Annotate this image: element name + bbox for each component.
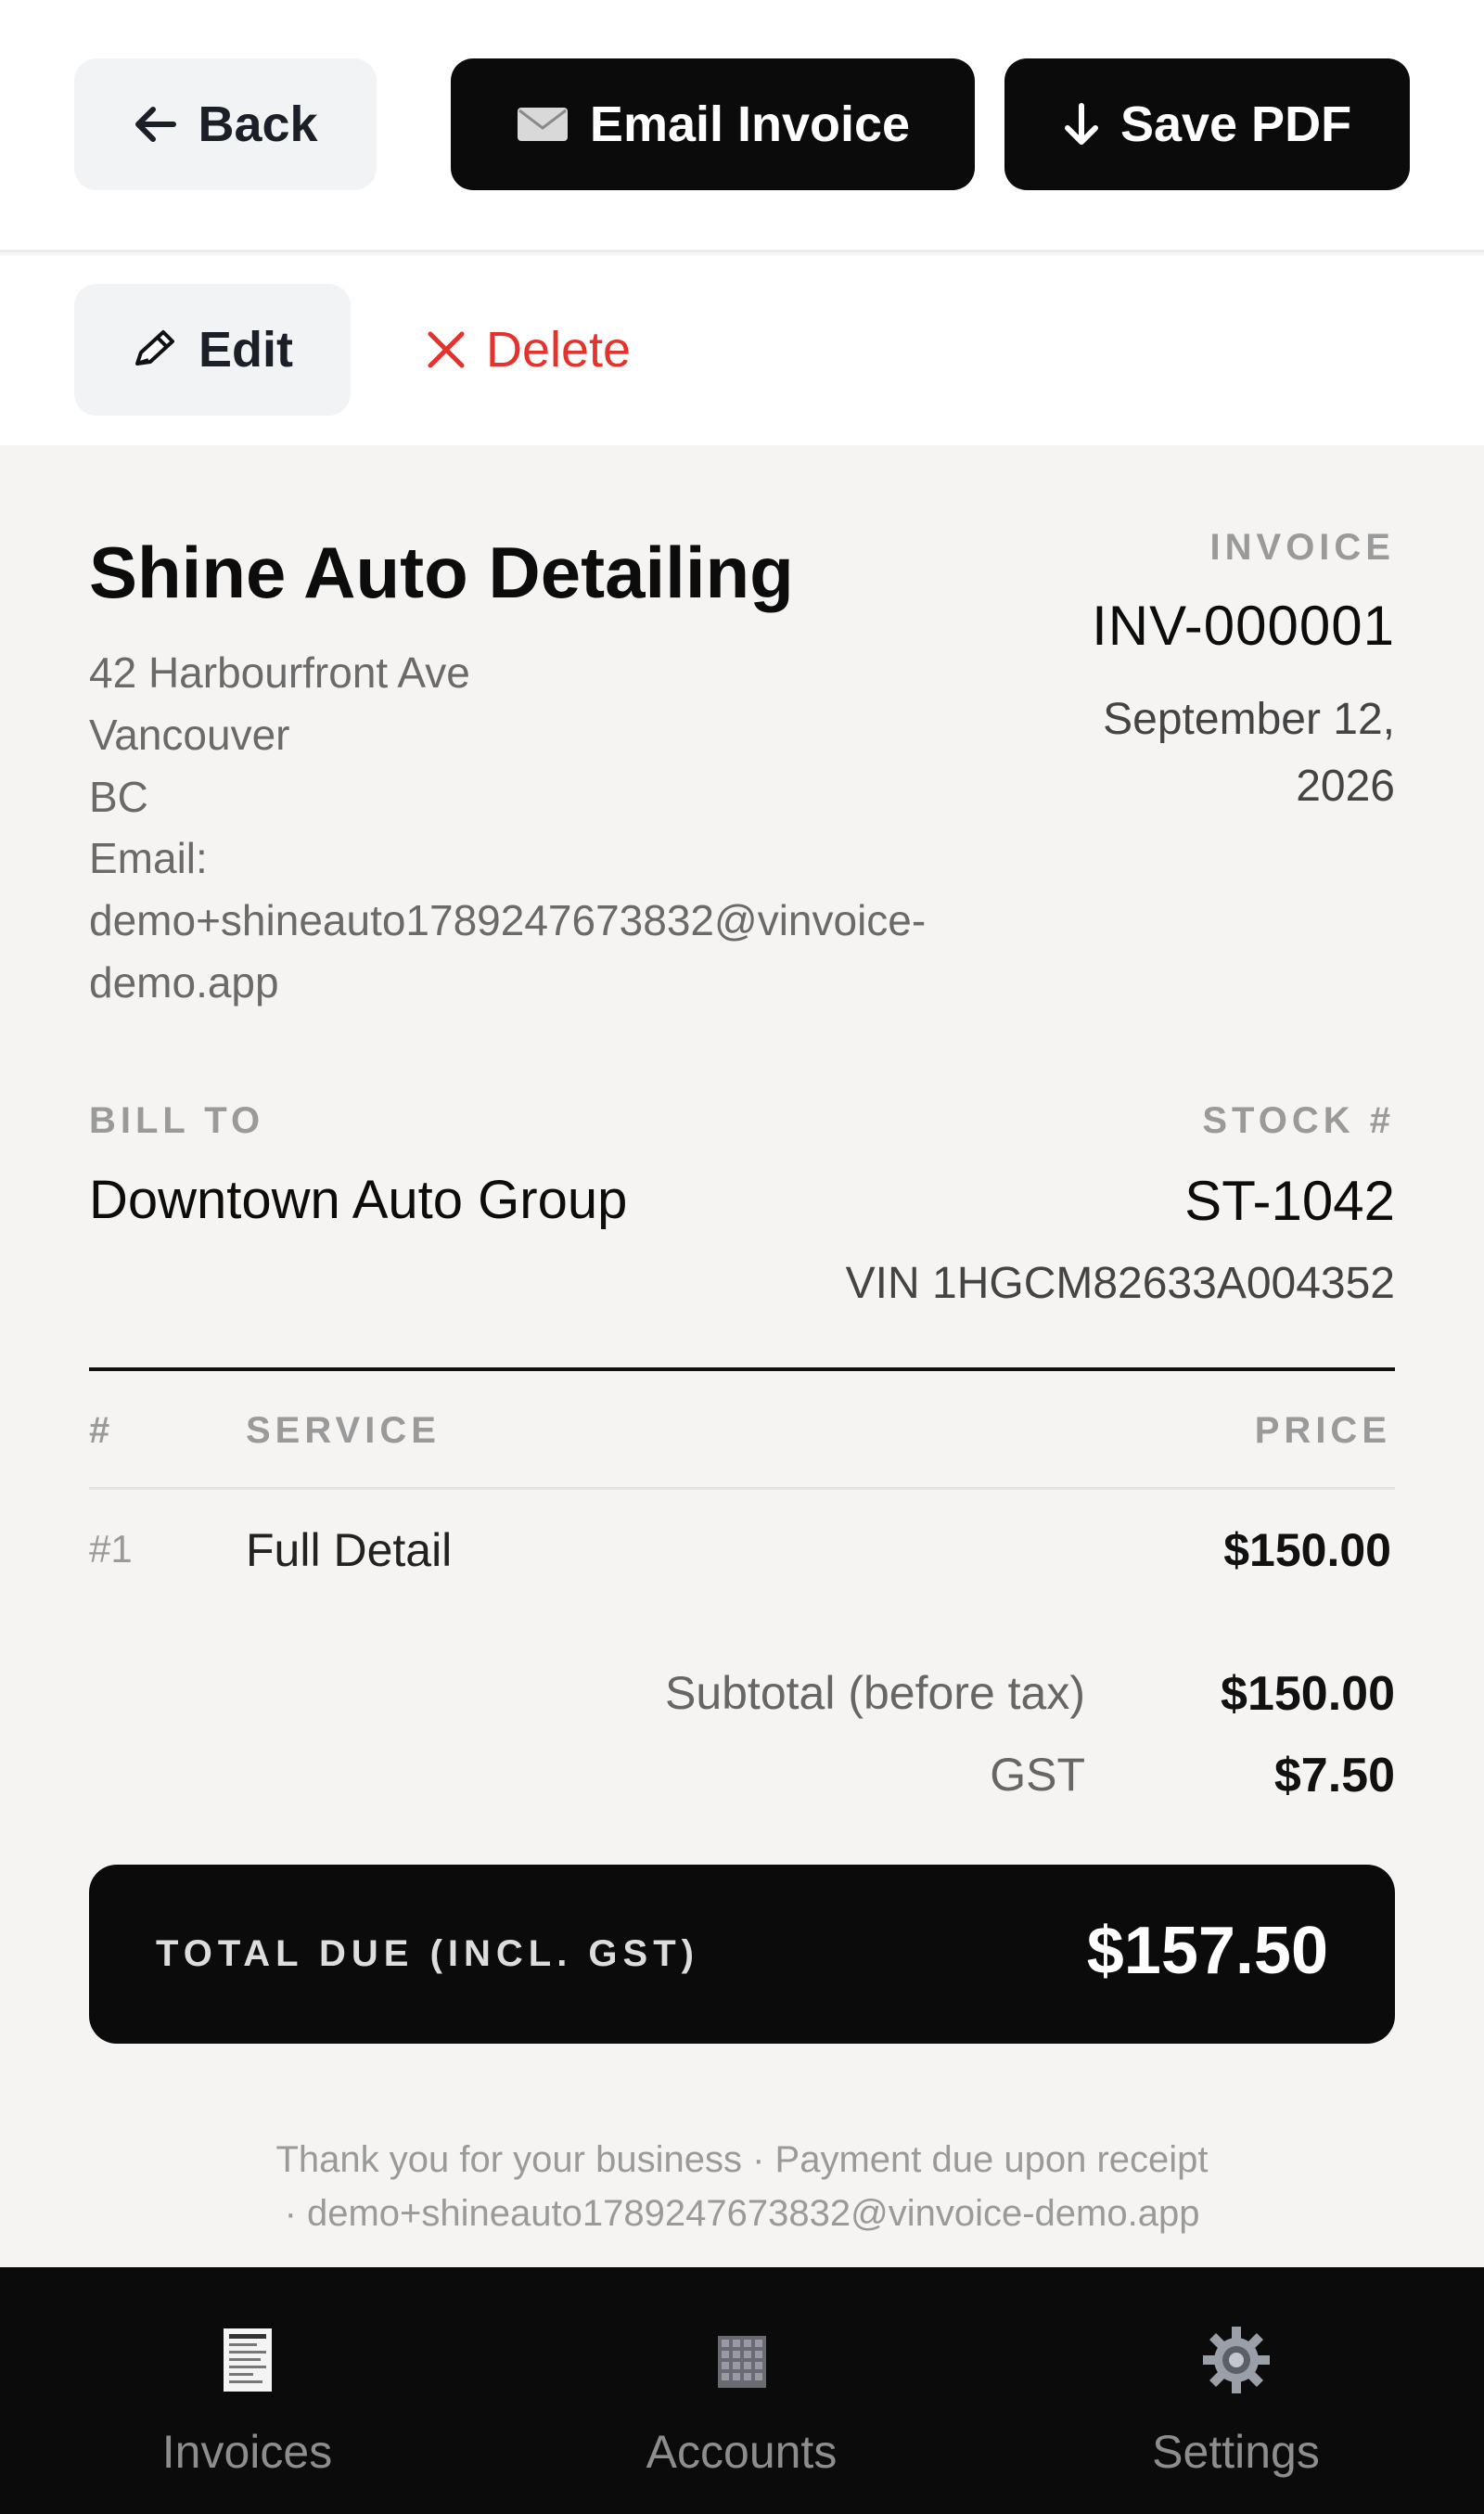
receipt-icon [211,2323,285,2397]
bill-to-name: Downtown Auto Group [89,1170,628,1230]
arrow-left-icon [133,106,177,143]
close-icon [427,330,466,369]
business-name: Shine Auto Detailing [89,532,794,613]
nav-label-accounts: Accounts [646,2426,838,2478]
gear-icon [1199,2323,1273,2397]
email-invoice-label: Email Invoice [589,96,911,152]
bill-to-label: BILL TO [89,1100,265,1141]
invoice-number: INV-000001 [1092,595,1395,657]
business-province: BC [89,773,148,821]
top-toolbar: Back Email Invoice Save PDF [0,0,1484,252]
table-header-rule [89,1487,1395,1490]
business-address: 42 Harbourfront Ave [89,648,470,697]
gst-label: GST [990,1749,1085,1801]
email-invoice-button[interactable]: Email Invoice [451,58,975,190]
total-due-value: $157.50 [1086,1914,1328,1988]
save-pdf-label: Save PDF [1119,96,1352,152]
business-city: Vancouver [89,711,290,759]
subtotal-label: Subtotal (before tax) [664,1667,1085,1719]
edit-button[interactable]: Edit [74,284,351,416]
save-pdf-button[interactable]: Save PDF [1004,58,1410,190]
footer-line1: Thank you for your business · Payment du… [275,2139,1209,2180]
total-due-label: TOTAL DUE (INCL. GST) [156,1933,699,1974]
row-service: Full Detail [246,1524,453,1576]
nav-item-settings[interactable]: Settings [989,2267,1483,2514]
row-price: $150.00 [1223,1524,1391,1576]
delete-label: Delete [485,322,632,378]
building-icon [705,2323,779,2397]
subtotal-value: $150.00 [1221,1667,1395,1721]
nav-item-accounts[interactable]: Accounts [494,2267,989,2514]
invoice-date-line1: September 12, [1103,695,1395,744]
vin-number: VIN 1HGCM82633A004352 [845,1259,1395,1308]
invoice-label: INVOICE [1209,527,1395,568]
pencil-icon [132,328,178,371]
business-email-label: Email: [89,834,208,882]
bottom-nav: Invoices Accounts Settings [0,2267,1484,2514]
back-button[interactable]: Back [74,58,377,190]
invoice-date: September 12, 2026 [1005,686,1395,820]
col-header-service: SERVICE [246,1410,441,1451]
arrow-down-icon [1063,102,1100,147]
row-number: #1 [89,1527,133,1571]
business-email-line1: demo+shineauto1789247673832@vinvoice- [89,896,927,944]
stock-label: STOCK # [1202,1100,1395,1141]
edit-label: Edit [198,322,293,378]
stock-number: ST-1042 [1184,1170,1395,1232]
total-due-box: TOTAL DUE (INCL. GST) $157.50 [89,1865,1395,2044]
business-email-line2: demo.app [89,958,279,1007]
nav-label-settings: Settings [1152,2426,1320,2478]
col-header-num: # [89,1410,115,1451]
invoice-date-line2: 2026 [1296,762,1395,811]
envelope-icon [516,106,569,143]
nav-item-invoices[interactable]: Invoices [0,2267,494,2514]
gst-value: $7.50 [1273,1749,1395,1802]
table-top-rule [89,1367,1395,1371]
nav-label-invoices: Invoices [161,2426,333,2478]
col-header-price: PRICE [1254,1410,1391,1451]
delete-button[interactable]: Delete [408,284,649,416]
back-label: Back [198,96,318,152]
footer-line2: · demo+shineauto1789247673832@vinvoice-d… [284,2193,1200,2234]
